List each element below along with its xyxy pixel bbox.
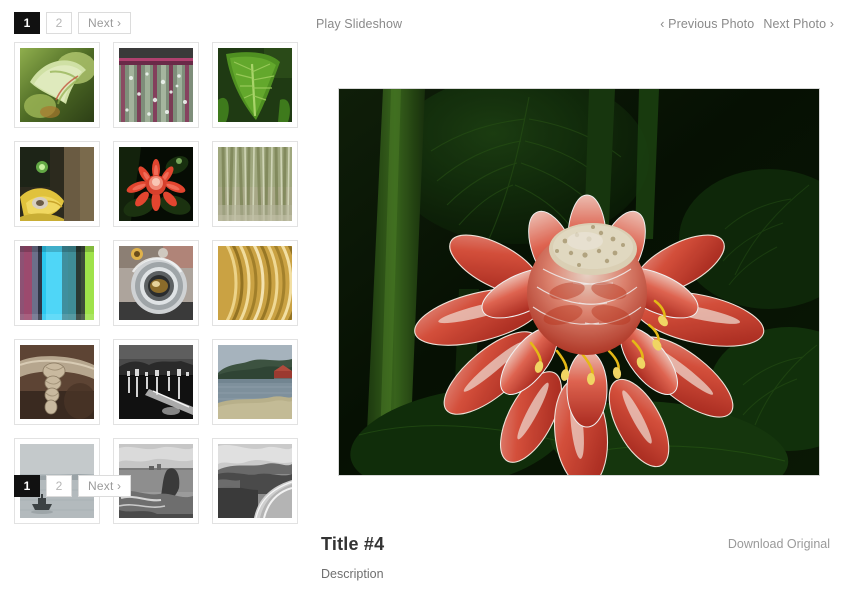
thumbnail-item-7[interactable] xyxy=(113,240,199,326)
thumbnail-item-1[interactable] xyxy=(113,42,199,128)
thumbnail-image-9 xyxy=(20,345,94,419)
previous-photo-link[interactable]: ‹ Previous Photo xyxy=(660,17,754,31)
thumbnail-pagination-top: 1 2 Next › xyxy=(14,12,132,34)
thumbnail-item-2[interactable] xyxy=(212,42,298,128)
thumbnail-image-4 xyxy=(119,147,193,221)
thumbnail-item-10[interactable] xyxy=(113,339,199,425)
thumbnail-item-3[interactable] xyxy=(14,141,100,227)
thumbnail-image-0 xyxy=(20,48,94,122)
thumbnail-row xyxy=(14,240,298,326)
thumbnail-item-9[interactable] xyxy=(14,339,100,425)
next-photo-link[interactable]: Next Photo › xyxy=(763,17,834,31)
thumbnail-item-6[interactable] xyxy=(14,240,100,326)
thumbnail-pagination-bottom: 1 2 Next › xyxy=(14,475,132,497)
thumbnail-item-8[interactable] xyxy=(212,240,298,326)
play-slideshow-button[interactable]: Play Slideshow xyxy=(316,17,402,31)
download-original-link[interactable]: Download Original xyxy=(728,537,830,551)
photo-gallery-page: 1 2 Next › 1 2 Next › Play Slideshow ‹ P… xyxy=(0,0,850,593)
main-photo[interactable] xyxy=(338,88,820,476)
thumbnail-grid xyxy=(14,42,298,537)
photo-viewer: Play Slideshow ‹ Previous Photo Next Pho… xyxy=(290,0,850,593)
thumbnail-image-8 xyxy=(218,246,292,320)
photo-title: Title #4 xyxy=(321,534,385,554)
photo-description: Description xyxy=(321,567,384,581)
main-photo-image xyxy=(339,89,819,475)
thumbnail-item-14[interactable] xyxy=(212,438,298,524)
pagination-next-top[interactable]: Next › xyxy=(78,12,132,34)
pagination-page-2-top[interactable]: 2 xyxy=(46,12,72,34)
photo-caption: Title #4 Description Download Original xyxy=(290,526,850,593)
thumbnail-image-5 xyxy=(218,147,292,221)
viewer-toolbar: Play Slideshow ‹ Previous Photo Next Pho… xyxy=(290,0,850,40)
thumbnail-image-7 xyxy=(119,246,193,320)
thumbnail-item-11[interactable] xyxy=(212,339,298,425)
thumbnail-image-6 xyxy=(20,246,94,320)
thumbnail-item-0[interactable] xyxy=(14,42,100,128)
thumbnail-row xyxy=(14,339,298,425)
thumbnail-row xyxy=(14,42,298,128)
pagination-page-1-bottom[interactable]: 1 xyxy=(14,475,40,497)
thumbnail-image-2 xyxy=(218,48,292,122)
pagination-next-bottom[interactable]: Next › xyxy=(78,475,132,497)
thumbnail-image-10 xyxy=(119,345,193,419)
thumbnail-item-5[interactable] xyxy=(212,141,298,227)
thumbnail-item-4[interactable] xyxy=(113,141,199,227)
pagination-page-2-bottom[interactable]: 2 xyxy=(46,475,72,497)
thumbnail-image-3 xyxy=(20,147,94,221)
thumbnail-image-11 xyxy=(218,345,292,419)
thumbnail-image-14 xyxy=(218,444,292,518)
thumbnail-image-1 xyxy=(119,48,193,122)
pagination-page-1-top[interactable]: 1 xyxy=(14,12,40,34)
photo-navigation: ‹ Previous Photo Next Photo › xyxy=(660,17,834,31)
thumbnail-row xyxy=(14,141,298,227)
thumbnail-sidebar: 1 2 Next › 1 2 Next › xyxy=(0,0,298,593)
